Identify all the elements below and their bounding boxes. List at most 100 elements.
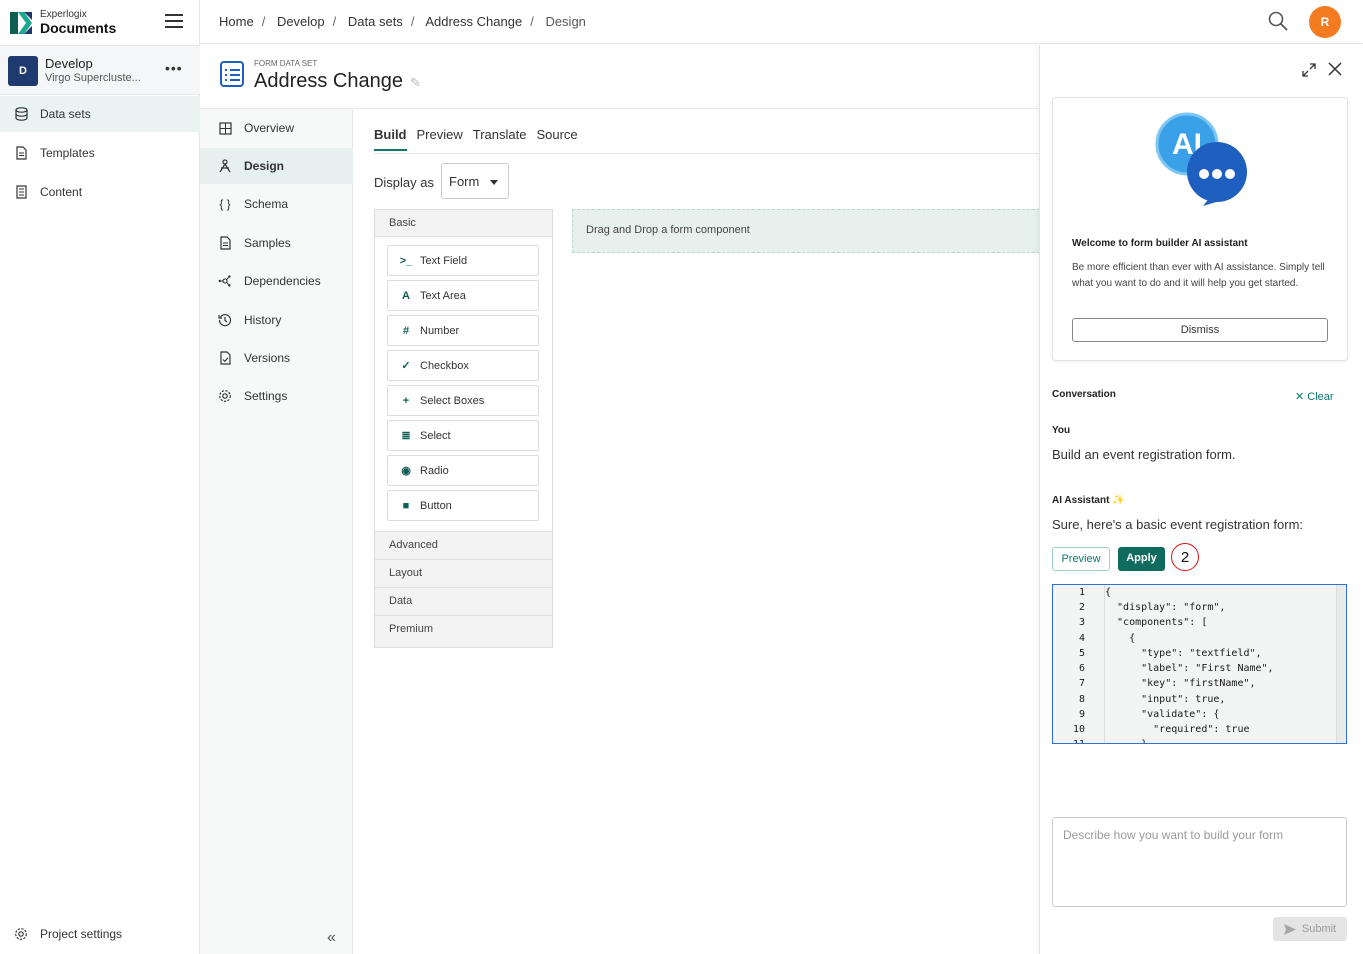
gear-icon (14, 927, 28, 941)
network-icon (218, 274, 232, 288)
code-line: 8 "input": true, (1078, 694, 1226, 705)
component-label: Radio (420, 464, 449, 477)
tab-source[interactable]: Source (536, 127, 577, 151)
pencil-icon[interactable]: ✎ (410, 75, 421, 91)
submit-button[interactable]: Submit (1273, 917, 1347, 941)
palette-group-data[interactable]: Data (375, 587, 552, 615)
component-label: Number (420, 324, 460, 337)
caret-down-icon (490, 180, 498, 185)
list-icon: ≣ (401, 430, 411, 442)
nav-label: Templates (40, 146, 95, 160)
component-label: Text Area (420, 289, 466, 302)
database-icon (14, 107, 28, 121)
sub-nav-label: Versions (244, 351, 291, 365)
palette-group-advanced[interactable]: Advanced (375, 531, 552, 559)
sub-nav-settings[interactable]: Settings (200, 378, 353, 414)
assistant-message: Sure, here's a basic event registration … (1052, 517, 1304, 532)
component-text-field[interactable]: >_ Text Field (387, 245, 539, 276)
file-icon (218, 236, 232, 250)
project-settings-label: Project settings (40, 927, 123, 941)
breadcrumb-develop[interactable]: Develop (277, 14, 325, 29)
font-icon: A (402, 289, 410, 302)
component-checkbox[interactable]: ✓ Checkbox (387, 350, 539, 381)
sub-nav-dependencies[interactable]: Dependencies (200, 263, 353, 299)
code-scrollbar[interactable] (1336, 585, 1346, 743)
conversation-label: Conversation (1052, 389, 1116, 400)
welcome-text: Be more efficient than ever with AI assi… (1072, 262, 1325, 289)
component-palette: Basic >_ Text Field A Text Area # Number… (374, 209, 553, 648)
nav-item-content[interactable]: Content (0, 174, 200, 210)
clear-label: Clear (1307, 391, 1334, 403)
breadcrumb-data-sets[interactable]: Data sets (348, 14, 403, 29)
sub-nav-label: Settings (244, 389, 288, 403)
sub-nav-label: Overview (244, 121, 295, 135)
prompt-input[interactable] (1052, 817, 1347, 907)
tab-translate[interactable]: Translate (473, 127, 527, 151)
component-radio[interactable]: ◉ Radio (387, 455, 539, 486)
component-label: Select (420, 429, 451, 442)
palette-group-premium[interactable]: Premium (375, 615, 552, 643)
display-as-select[interactable]: Form (441, 163, 509, 199)
sub-nav-design[interactable]: Design (200, 148, 353, 184)
history-icon (218, 313, 232, 327)
dismiss-button[interactable]: Dismiss (1072, 318, 1328, 342)
component-button[interactable]: ■ Button (387, 490, 539, 521)
collapse-sidebar-icon[interactable]: « (327, 929, 336, 947)
assistant-label: AI Assistant ✨ (1052, 495, 1125, 506)
sub-nav-history[interactable]: History (200, 302, 353, 338)
code-line: 2 "display": "form", (1078, 602, 1226, 613)
more-options-icon[interactable]: ••• (165, 60, 183, 76)
display-as-value: Form (449, 174, 480, 189)
project-switcher[interactable]: D Develop Virgo Supercluste... ••• (0, 45, 200, 95)
document-icon (14, 146, 28, 160)
apply-button[interactable]: Apply (1118, 547, 1165, 571)
brand-name: Documents (40, 20, 117, 36)
close-icon[interactable] (1328, 62, 1342, 76)
logo[interactable]: Experlogix Documents (10, 10, 116, 35)
search-icon[interactable] (1268, 11, 1288, 31)
sub-nav-overview[interactable]: Overview (200, 110, 353, 146)
user-avatar[interactable]: R (1309, 6, 1341, 38)
component-label: Button (420, 499, 452, 512)
palette-group-layout[interactable]: Layout (375, 559, 552, 587)
json-code-editor[interactable]: 1{ 2 "display": "form", 3 "components": … (1052, 584, 1347, 744)
code-line: 6 "label": "First Name", (1078, 663, 1274, 674)
palette-group-basic[interactable]: Basic (375, 210, 552, 237)
dataset-header: FORM DATA SET Address Change ✎ (200, 45, 1040, 109)
tab-build[interactable]: Build (374, 127, 407, 151)
component-text-area[interactable]: A Text Area (387, 280, 539, 311)
close-icon: ✕ (1295, 391, 1308, 403)
step-badge: 2 (1171, 543, 1199, 571)
nav-item-data-sets[interactable]: Data sets (0, 96, 200, 132)
component-select[interactable]: ≣ Select (387, 420, 539, 451)
display-as-label: Display as (374, 175, 434, 190)
component-number[interactable]: # Number (387, 315, 539, 346)
component-label: Checkbox (420, 359, 469, 372)
preview-button[interactable]: Preview (1052, 547, 1110, 571)
sub-nav-versions[interactable]: Versions (200, 340, 353, 376)
nav-item-templates[interactable]: Templates (0, 135, 200, 171)
nav-label: Content (40, 185, 83, 199)
expand-icon[interactable] (1302, 63, 1316, 77)
breadcrumb-home[interactable]: Home (219, 14, 254, 29)
grid-icon (218, 121, 232, 135)
dataset-kicker: FORM DATA SET (254, 59, 318, 68)
code-line: 5 "type": "textfield", (1078, 648, 1262, 659)
project-settings-link[interactable]: Project settings (0, 916, 200, 952)
tabs-divider (374, 153, 1040, 154)
menu-icon[interactable] (165, 14, 183, 28)
sub-nav-samples[interactable]: Samples (200, 225, 353, 261)
sub-nav-schema[interactable]: { } Schema (200, 186, 353, 222)
sparkle-icon: ✨ (1112, 495, 1125, 506)
component-select-boxes[interactable]: + Select Boxes (387, 385, 539, 416)
plus-square-icon: + (402, 394, 410, 407)
tab-preview[interactable]: Preview (417, 127, 463, 151)
hash-icon: # (402, 324, 410, 337)
palette-basic-list: >_ Text Field A Text Area # Number ✓ Che… (375, 237, 552, 531)
stop-icon: ■ (402, 499, 410, 512)
form-dropzone[interactable]: Drag and Drop a form component (572, 209, 1040, 253)
breadcrumb-address-change[interactable]: Address Change (425, 14, 522, 29)
clear-button[interactable]: ✕ Clear (1295, 390, 1334, 403)
file-check-icon (218, 351, 232, 365)
form-list-icon (220, 61, 244, 87)
